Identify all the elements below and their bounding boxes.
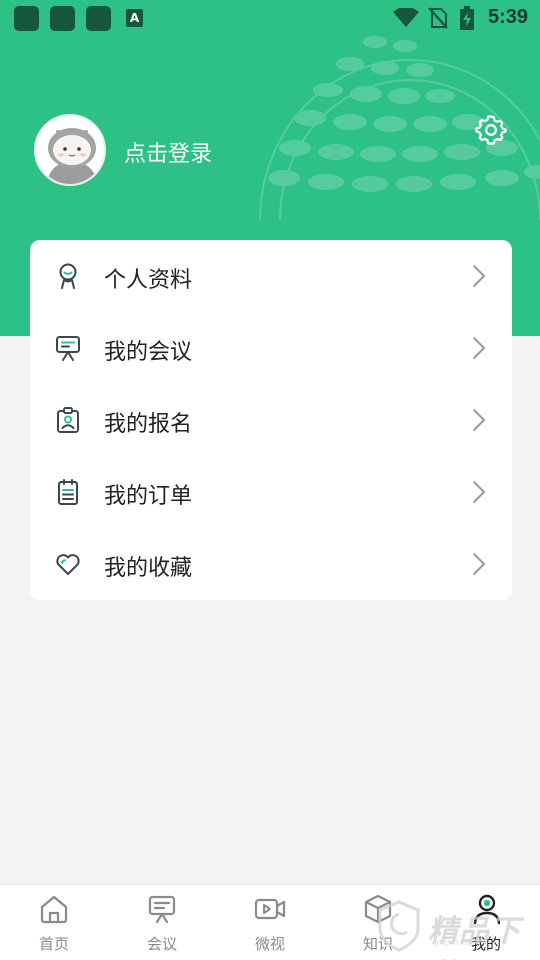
app-notification-icon <box>14 6 39 31</box>
chevron-right-icon <box>473 553 485 575</box>
chevron-right-icon <box>473 409 485 431</box>
menu-item-label: 我的报名 <box>104 412 193 437</box>
tab-label: 首页 <box>38 935 69 953</box>
default-avatar-icon <box>36 116 104 184</box>
menu-card: 个人资料 我的会议 我的报名 我的订单 我的收藏 <box>30 240 512 600</box>
tab-meetings[interactable]: 会议 <box>108 885 216 960</box>
badge-icon <box>57 407 79 433</box>
video-icon <box>254 898 286 920</box>
gear-icon[interactable] <box>474 113 508 147</box>
tab-videos[interactable]: 微视 <box>216 885 324 960</box>
chevron-right-icon <box>473 265 485 287</box>
menu-item-meetings[interactable]: 我的会议 <box>30 312 512 384</box>
menu-item-label: 个人资料 <box>104 268 193 293</box>
battery-charging-icon <box>460 6 474 30</box>
status-time: 5:39 <box>487 6 528 28</box>
presentation-board-icon <box>56 336 80 361</box>
menu-item-profile[interactable]: 个人资料 <box>30 240 512 312</box>
menu-item-orders[interactable]: 我的订单 <box>30 456 512 528</box>
app-notification-icon <box>50 6 75 31</box>
clipboard-list-icon <box>58 479 78 505</box>
menu-item-label: 我的收藏 <box>104 556 193 581</box>
menu-item-registrations[interactable]: 我的报名 <box>30 384 512 456</box>
chevron-right-icon <box>473 481 485 503</box>
home-icon <box>40 895 68 924</box>
status-bar: A 5:39 <box>0 0 540 36</box>
heart-icon <box>56 554 80 575</box>
app-notification-icon <box>86 6 111 31</box>
presentation-board-icon <box>148 895 176 924</box>
login-prompt[interactable]: 点击登录 <box>124 136 212 168</box>
no-sim-icon <box>428 7 448 29</box>
avatar[interactable] <box>34 114 106 186</box>
tab-label: 会议 <box>146 935 177 953</box>
chevron-right-icon <box>473 337 485 359</box>
person-icon <box>59 263 77 289</box>
menu-item-favorites[interactable]: 我的收藏 <box>30 528 512 600</box>
watermark: 精品下载 jinpin.com <box>376 898 536 960</box>
watermark-text: 精品下载 <box>428 914 521 960</box>
watermark-logo <box>378 900 420 952</box>
watermark-subtext: jinpin.com <box>434 938 481 948</box>
tab-home[interactable]: 首页 <box>0 885 108 960</box>
menu-item-label: 我的订单 <box>104 484 193 509</box>
wifi-icon <box>393 8 419 27</box>
menu-item-label: 我的会议 <box>104 340 193 365</box>
a-notification-icon: A <box>126 9 143 27</box>
tab-label: 微视 <box>254 935 285 953</box>
